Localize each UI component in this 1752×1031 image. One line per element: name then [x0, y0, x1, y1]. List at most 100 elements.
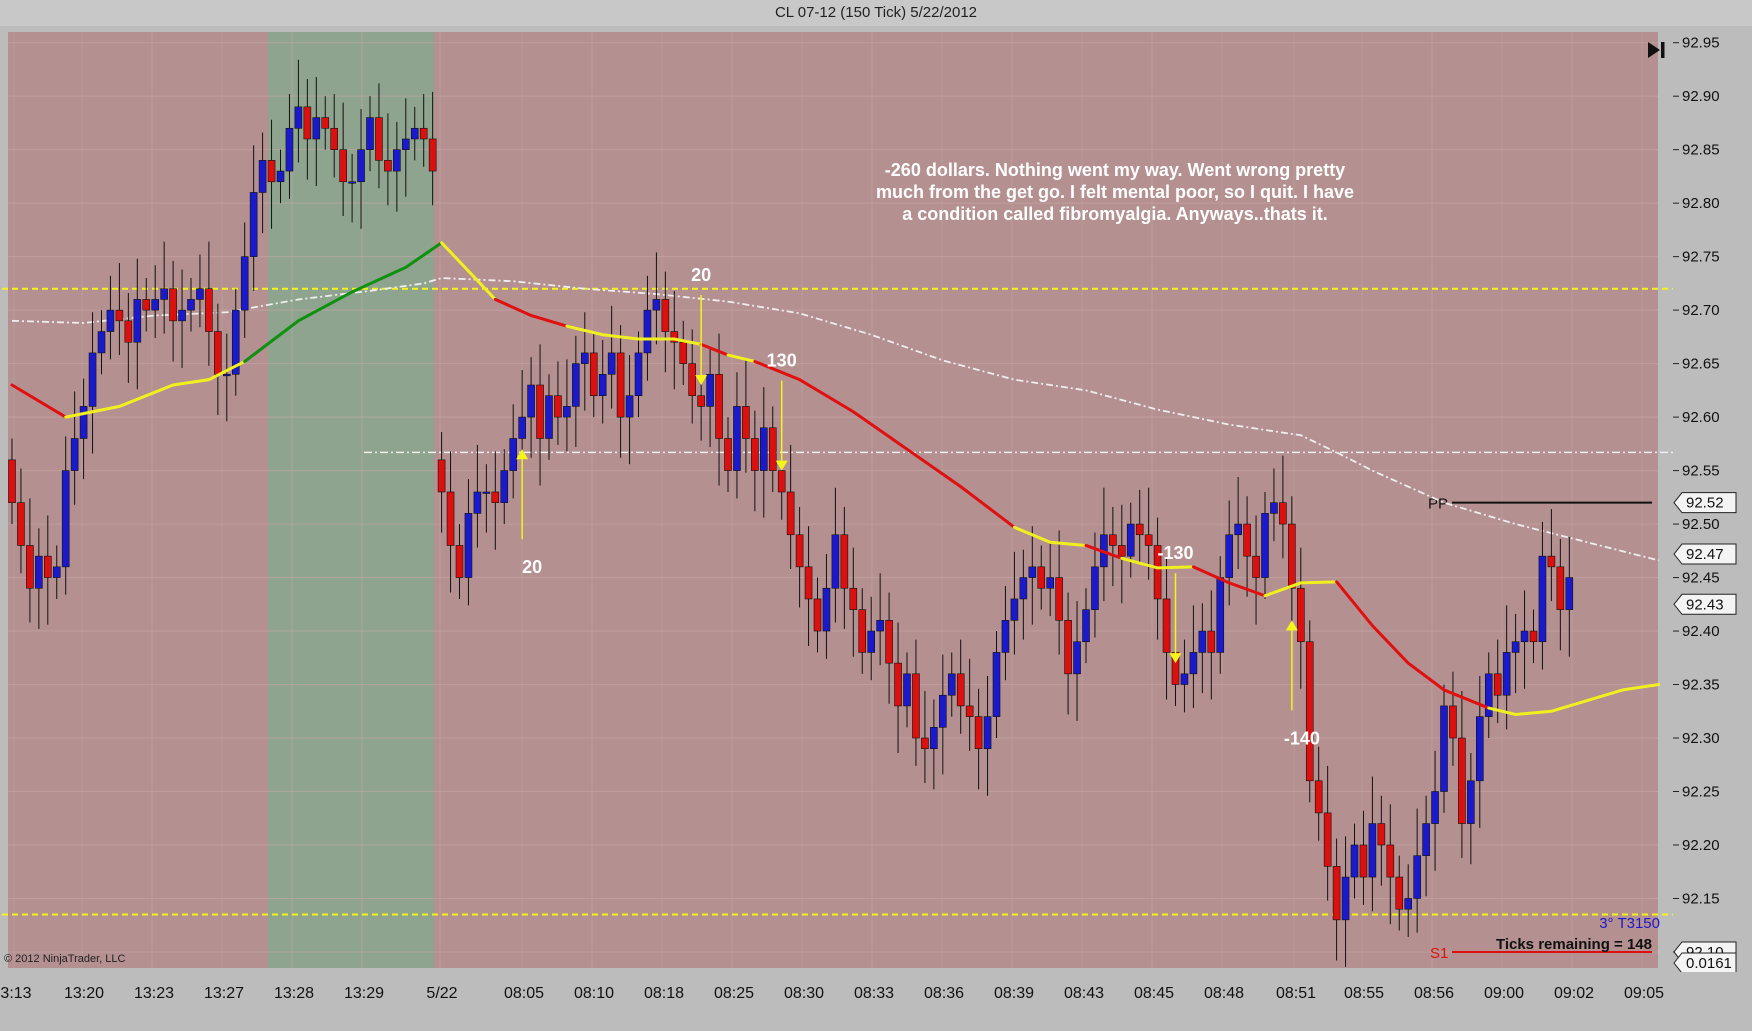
price-tick-label: 92.85 [1682, 142, 1720, 159]
candle-body [742, 406, 750, 439]
candle-body [652, 299, 661, 311]
candle-body [1091, 566, 1099, 610]
candle-body [1109, 534, 1117, 546]
price-badge: 92.43 [1673, 593, 1737, 615]
trade-pnl-label: -140 [1284, 728, 1320, 748]
candle-body [536, 384, 544, 439]
candle-body [527, 384, 535, 418]
candle-body [285, 127, 294, 172]
comment-line: -260 dollars. Nothing went my way. Went … [885, 160, 1345, 180]
price-tick-label: 92.20 [1682, 837, 1720, 854]
candle-body [1386, 844, 1395, 878]
candle-body [580, 352, 589, 364]
candle-body [1458, 737, 1466, 824]
candle-body [1565, 577, 1574, 610]
candle-body [795, 534, 804, 568]
candle-body [258, 160, 267, 193]
candle-body [169, 288, 177, 322]
candle-body [840, 534, 849, 589]
highlight-region [268, 32, 434, 968]
candle-body [1476, 716, 1484, 782]
price-tick-label: 92.25 [1682, 783, 1720, 800]
time-axis-labels: 3:13 13:20 13:23 13:27 13:28 13:29 5/22 08:05 08… [0, 972, 1752, 1002]
price-tick-label: 92.45 [1682, 570, 1720, 587]
candle-body [437, 459, 446, 493]
trade-pnl-label: -160 [1560, 26, 1596, 30]
candle-body [106, 309, 115, 332]
candle-body [545, 395, 553, 439]
candle-body [1341, 876, 1350, 921]
chart-area[interactable]: PP S1 20 20 130 -130 -140 -160 92.95 92.90 92.85… [0, 10, 1752, 1026]
time-tick-label: 08:48 [1204, 985, 1244, 1002]
candle-body [1064, 620, 1072, 675]
candle-body [697, 395, 705, 407]
candle-body [419, 127, 428, 140]
price-tick-label: 92.50 [1682, 516, 1720, 533]
candle-body [223, 374, 231, 377]
candle-body [1216, 577, 1225, 653]
candle-body [491, 491, 500, 503]
candle-body [616, 352, 625, 418]
candle-body [1225, 534, 1233, 578]
candle-body [947, 673, 956, 696]
candle-body [607, 352, 616, 375]
candlestick-chart[interactable]: PP S1 20 20 130 -130 -140 -160 92.95 92.90 92.85… [0, 10, 1752, 1026]
price-tick-label: 92.80 [1682, 195, 1720, 212]
time-tick-label: 13:27 [204, 985, 244, 1002]
candle-body [1547, 555, 1556, 568]
candle-body [751, 438, 759, 471]
candle-body [1404, 898, 1412, 910]
candle-body [294, 106, 303, 129]
candle-body [1350, 844, 1359, 878]
candle-body [1028, 566, 1037, 578]
candle-body [61, 470, 70, 568]
candle-body [1207, 630, 1216, 653]
pp-label: PP [1428, 496, 1448, 513]
candle-body [52, 566, 61, 578]
candle-body [634, 352, 643, 397]
trade-comment: -260 dollars. Nothing went my way. Went … [876, 160, 1354, 224]
candle-body [1037, 566, 1046, 589]
candle-body [1144, 534, 1153, 546]
candle-body [876, 620, 884, 632]
time-tick-label: 09:05 [1624, 985, 1664, 1002]
time-tick-label: 08:43 [1064, 985, 1104, 1002]
candle-body [1019, 577, 1028, 600]
candle-body [563, 406, 571, 418]
price-tick-label: 92.90 [1682, 88, 1720, 105]
candle-body [921, 737, 929, 750]
candle-body [375, 117, 383, 161]
candle-body [303, 106, 312, 140]
candle-body [679, 341, 688, 364]
candle-body [196, 288, 204, 300]
candle-body [715, 374, 723, 439]
copyright: © 2012 NinjaTrader, LLC [4, 953, 125, 965]
price-tick-label: 92.95 [1682, 35, 1720, 52]
time-tick-label: 13:20 [64, 985, 104, 1002]
candle-body [733, 406, 741, 471]
candle-body [1270, 502, 1278, 514]
trade-pnl-label: -130 [1157, 543, 1193, 563]
candle-body [473, 491, 482, 514]
candle-body [1046, 577, 1054, 589]
session-background [8, 32, 1658, 968]
candle-body [428, 138, 437, 172]
candle-body [894, 662, 902, 707]
candle-body [1198, 630, 1207, 653]
candle-body [267, 160, 276, 183]
candle-body [867, 630, 876, 653]
candle-body [17, 502, 25, 546]
candle-body [276, 170, 285, 183]
time-tick-label: 08:56 [1414, 985, 1454, 1002]
candle-body [357, 149, 365, 183]
candle-body [410, 127, 419, 140]
comment-line: a condition called fibromyalgia. Anyways… [902, 204, 1327, 224]
comment-line: much from the get go. I felt mental poor… [876, 182, 1354, 202]
candle-body [1126, 523, 1135, 557]
candle-body [1395, 876, 1404, 910]
candle-body [500, 470, 509, 503]
candle-body [572, 363, 580, 407]
candle-body [1314, 780, 1323, 814]
candle-body [1377, 823, 1386, 846]
time-tick-label: 08:55 [1344, 985, 1384, 1002]
